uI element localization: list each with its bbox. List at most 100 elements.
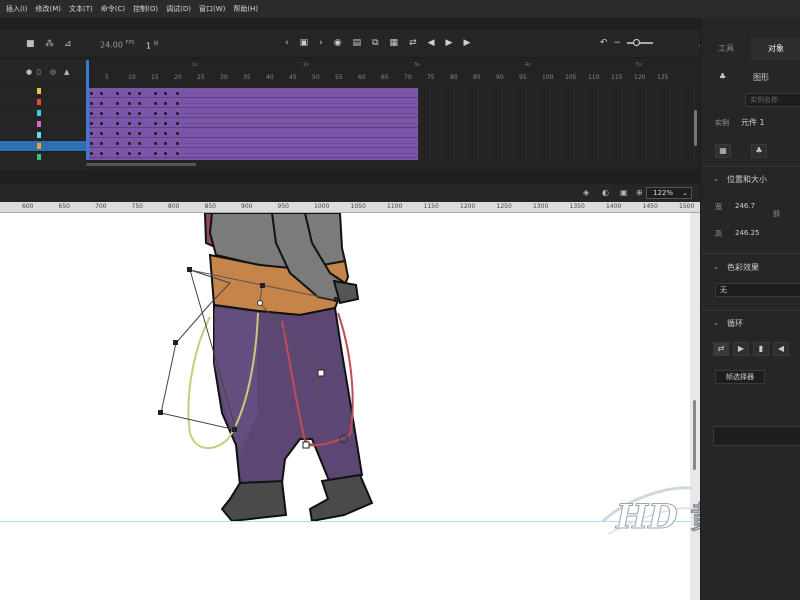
keyframe[interactable] [100, 102, 103, 105]
menu-control[interactable]: 控制(O) [133, 4, 158, 14]
center-stage-icon[interactable]: ⊕ [636, 188, 643, 197]
edit-multiple-icon[interactable]: ▤ [353, 38, 362, 48]
keyframe[interactable] [90, 112, 93, 115]
clip-icon[interactable]: ▣ [620, 188, 628, 197]
rig-handle[interactable] [158, 410, 163, 415]
parenting-icon[interactable]: ⊿ [64, 39, 72, 49]
keyframe[interactable] [176, 112, 179, 115]
play-once-button[interactable]: ▶ [733, 342, 749, 356]
keyframe[interactable] [128, 102, 131, 105]
character-artwork[interactable] [0, 212, 690, 600]
color-effect-select[interactable]: 无 [715, 283, 800, 297]
rig-handle[interactable] [334, 297, 339, 302]
chevron-down-icon[interactable]: ⌄ [713, 319, 719, 327]
menu-debug[interactable]: 调试(D) [166, 4, 191, 14]
keyframe[interactable] [128, 142, 131, 145]
chevron-down-icon[interactable]: ⌄ [713, 175, 719, 183]
eye-icon[interactable]: ◎ [50, 68, 56, 76]
lock-icon[interactable]: ▲ [64, 68, 69, 76]
keyframe[interactable] [138, 102, 141, 105]
keyframe[interactable] [128, 112, 131, 115]
tween-icon[interactable]: ▦ [390, 38, 399, 48]
keyframe[interactable] [128, 152, 131, 155]
keyframe[interactable] [116, 112, 119, 115]
layer-row[interactable] [0, 96, 86, 107]
keyframe[interactable] [116, 132, 119, 135]
keyframe[interactable] [164, 102, 167, 105]
playhead[interactable] [86, 60, 89, 160]
layer-depth-icon[interactable]: ⁂ [45, 39, 54, 49]
stage-ruler[interactable]: 600 650 700 750 800 850 900 950 1000 1050 1100 1150… [0, 202, 700, 213]
layer-row[interactable] [0, 151, 86, 162]
layer-row[interactable] [0, 129, 86, 140]
keyframe[interactable] [138, 142, 141, 145]
camera-icon[interactable]: ■ [26, 39, 35, 49]
rig-handle[interactable] [317, 369, 325, 377]
step-back-icon[interactable]: ◀ [428, 38, 435, 48]
timeline-zoom-slider[interactable] [627, 39, 654, 46]
chevron-left-icon[interactable]: ‹ [285, 38, 289, 48]
tween-span[interactable] [86, 88, 418, 160]
keyframe[interactable] [90, 92, 93, 95]
keyframe[interactable] [90, 152, 93, 155]
rig-handle[interactable] [187, 267, 192, 272]
keyframe[interactable] [100, 92, 103, 95]
width-value[interactable]: 246.7 [735, 202, 755, 210]
empty-frames[interactable] [418, 88, 700, 160]
keyframe[interactable] [176, 122, 179, 125]
menu-modify[interactable]: 修改(M) [36, 4, 62, 14]
keyframe[interactable] [90, 122, 93, 125]
keyframe[interactable] [100, 132, 103, 135]
keyframe[interactable] [138, 132, 141, 135]
fps-display[interactable]: 24.00 FPS [100, 40, 135, 50]
keyframe[interactable] [100, 142, 103, 145]
keyframe[interactable] [154, 132, 157, 135]
keyframe[interactable] [116, 122, 119, 125]
keyframe[interactable] [138, 122, 141, 125]
keyframe[interactable] [100, 122, 103, 125]
keyframe[interactable] [164, 152, 167, 155]
keyframe[interactable] [176, 142, 179, 145]
timeline-scrollbar-horizontal[interactable] [86, 163, 196, 166]
keyframe[interactable] [154, 112, 157, 115]
insert-keyframe-icon[interactable]: ⧉ [372, 38, 378, 48]
tab-object[interactable]: 对象 [751, 38, 800, 60]
onion-skin-icon[interactable]: ◉ [334, 38, 342, 48]
keyframe[interactable] [100, 112, 103, 115]
menu-insert[interactable]: 插入(I) [6, 4, 28, 14]
keyframe[interactable] [164, 92, 167, 95]
outline-icon[interactable]: ▯ [37, 68, 41, 76]
frames-area[interactable]: 1s 2s 3s 4s 5s 5 10 15 20 25 30 35 40 45 50 55 60 65 70 75… [86, 60, 700, 190]
color-icon[interactable]: ◐ [602, 188, 609, 197]
current-frame[interactable]: 1 帧 [146, 40, 159, 51]
keyframe[interactable] [138, 92, 141, 95]
layer-row-selected[interactable] [0, 140, 86, 151]
keyframe[interactable] [154, 152, 157, 155]
undo-icon[interactable]: ↶ [600, 38, 608, 48]
keyframe[interactable] [176, 152, 179, 155]
zoom-select[interactable]: 122% ⌄ [646, 187, 692, 199]
section-loop[interactable]: 循环 [727, 318, 743, 329]
tab-tools[interactable]: 工具 [701, 38, 751, 60]
menu-commands[interactable]: 命令(C) [101, 4, 125, 14]
keyframe[interactable] [138, 112, 141, 115]
keyframe[interactable] [90, 132, 93, 135]
keyframe[interactable] [128, 122, 131, 125]
section-position-size[interactable]: 位置和大小 [727, 174, 767, 185]
keyframe[interactable] [116, 92, 119, 95]
layer-row[interactable] [0, 118, 86, 129]
keyframe[interactable] [116, 152, 119, 155]
guide-line[interactable] [0, 521, 690, 522]
show-hide-icon[interactable]: ● [26, 68, 32, 76]
rig-handle[interactable] [173, 340, 178, 345]
keyframe[interactable] [176, 132, 179, 135]
keyframe[interactable] [138, 152, 141, 155]
instance-name-input[interactable]: 实例名称 [745, 93, 800, 107]
keyframe[interactable] [164, 122, 167, 125]
stage-canvas[interactable] [0, 212, 690, 600]
keyframe[interactable] [164, 112, 167, 115]
step-forward-icon[interactable]: ▶ [463, 38, 470, 48]
center-frame-icon[interactable]: ▣ [300, 38, 309, 48]
rig-handle[interactable] [232, 427, 237, 432]
reverse-button[interactable]: ◀ [773, 342, 789, 356]
